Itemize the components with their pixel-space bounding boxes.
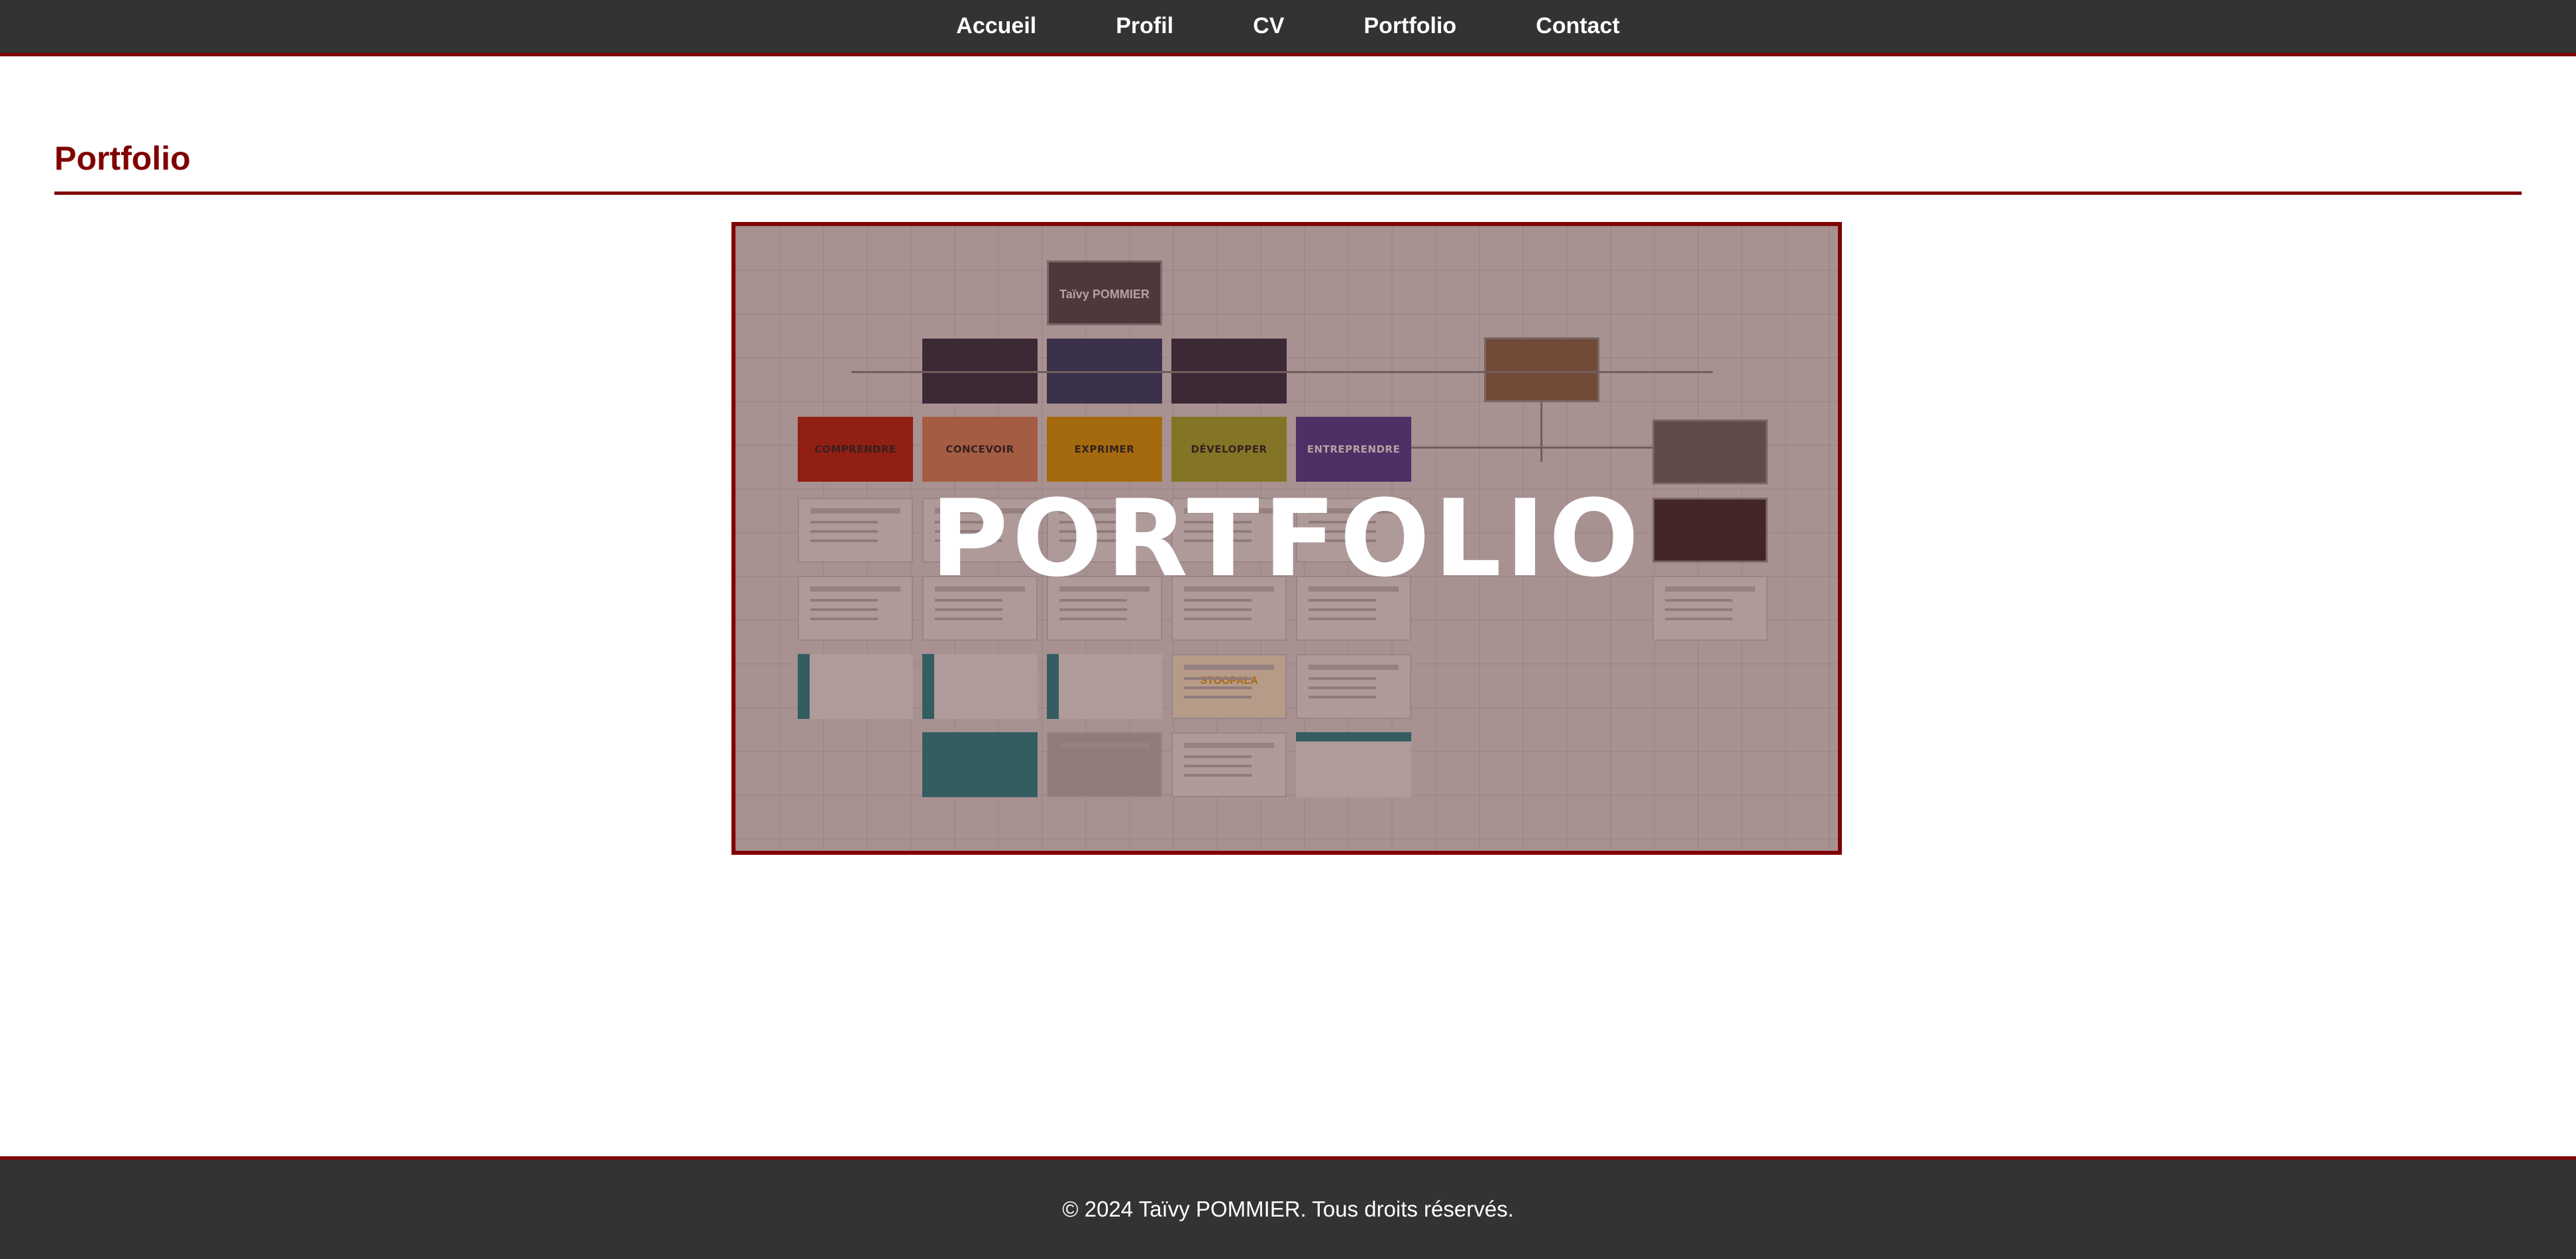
preview-overlay-title: PORTFOLIO xyxy=(930,476,1643,600)
page-footer: © 2024 Taïvy POMMIER. Tous droits réserv… xyxy=(0,1156,2576,1259)
nav-link-cv[interactable]: CV xyxy=(1253,0,1284,52)
footer-copyright: © 2024 Taïvy POMMIER. Tous droits réserv… xyxy=(1062,1197,1514,1221)
section-divider xyxy=(54,192,2522,195)
portfolio-preview-link[interactable]: Taïvy POMMIER COMPRENDRE CONCEVOIR EXPRI… xyxy=(731,222,1842,855)
nav-link-portfolio[interactable]: Portfolio xyxy=(1364,0,1456,52)
top-navigation: Accueil Profil CV Portfolio Contact xyxy=(0,0,2576,56)
nav-link-contact[interactable]: Contact xyxy=(1536,0,1620,52)
section-title: Portfolio xyxy=(54,140,191,177)
nav-link-profil[interactable]: Profil xyxy=(1116,0,1173,52)
nav-list: Accueil Profil CV Portfolio Contact xyxy=(0,0,2576,52)
nav-link-accueil[interactable]: Accueil xyxy=(956,0,1036,52)
